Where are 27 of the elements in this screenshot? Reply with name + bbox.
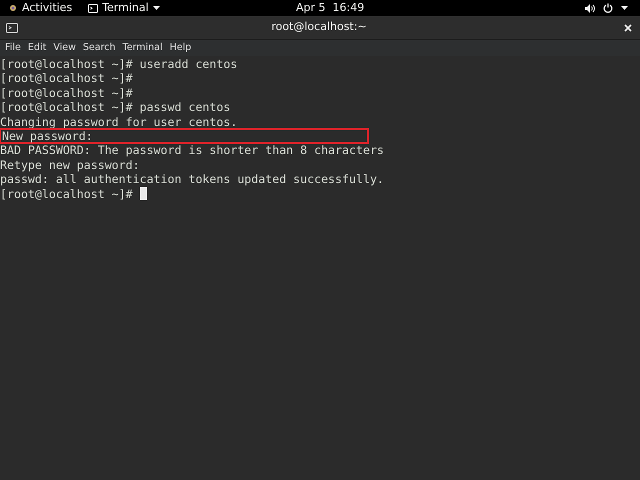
terminal-line: Changing password for user centos. (0, 114, 238, 129)
activities-icon (8, 3, 18, 13)
terminal-icon (88, 4, 98, 12)
menu-item[interactable]: Search (80, 40, 118, 56)
menu-item[interactable]: Edit (24, 40, 50, 56)
terminal-icon (6, 22, 18, 32)
clock[interactable]: Apr 5 16:49 (296, 0, 364, 16)
volume-icon[interactable] (585, 4, 595, 12)
terminal-line: [root@localhost ~]# passwd centos (0, 100, 230, 115)
terminal-line: [root@localhost ~]# useradd centos (0, 57, 238, 72)
menu-item[interactable]: View (50, 40, 79, 56)
menu-item[interactable]: Terminal (120, 40, 166, 56)
close-icon[interactable] (624, 24, 632, 32)
terminal-line: [root@localhost ~]# (0, 86, 133, 100)
terminal-line: passwd: all authentication tokens updated successfully. (0, 172, 384, 187)
activities-button[interactable]: Activities (22, 0, 72, 16)
terminal-line: [root@localhost ~]# (0, 186, 133, 201)
menu-item[interactable]: Help (166, 40, 194, 56)
menu-item[interactable]: File (2, 40, 24, 56)
terminal-app-menu[interactable]: Terminal (88, 0, 160, 16)
terminal-line: Retype new password: (0, 158, 140, 172)
window-title: root@localhost:~ (270, 19, 368, 36)
caret-icon[interactable] (621, 6, 628, 10)
caret-icon (152, 6, 160, 10)
terminal-line: [root@localhost ~]# (0, 71, 133, 86)
power-icon[interactable] (603, 3, 613, 13)
terminal-line: BAD PASSWORD: The password is shorter than 8 characters (0, 143, 384, 158)
